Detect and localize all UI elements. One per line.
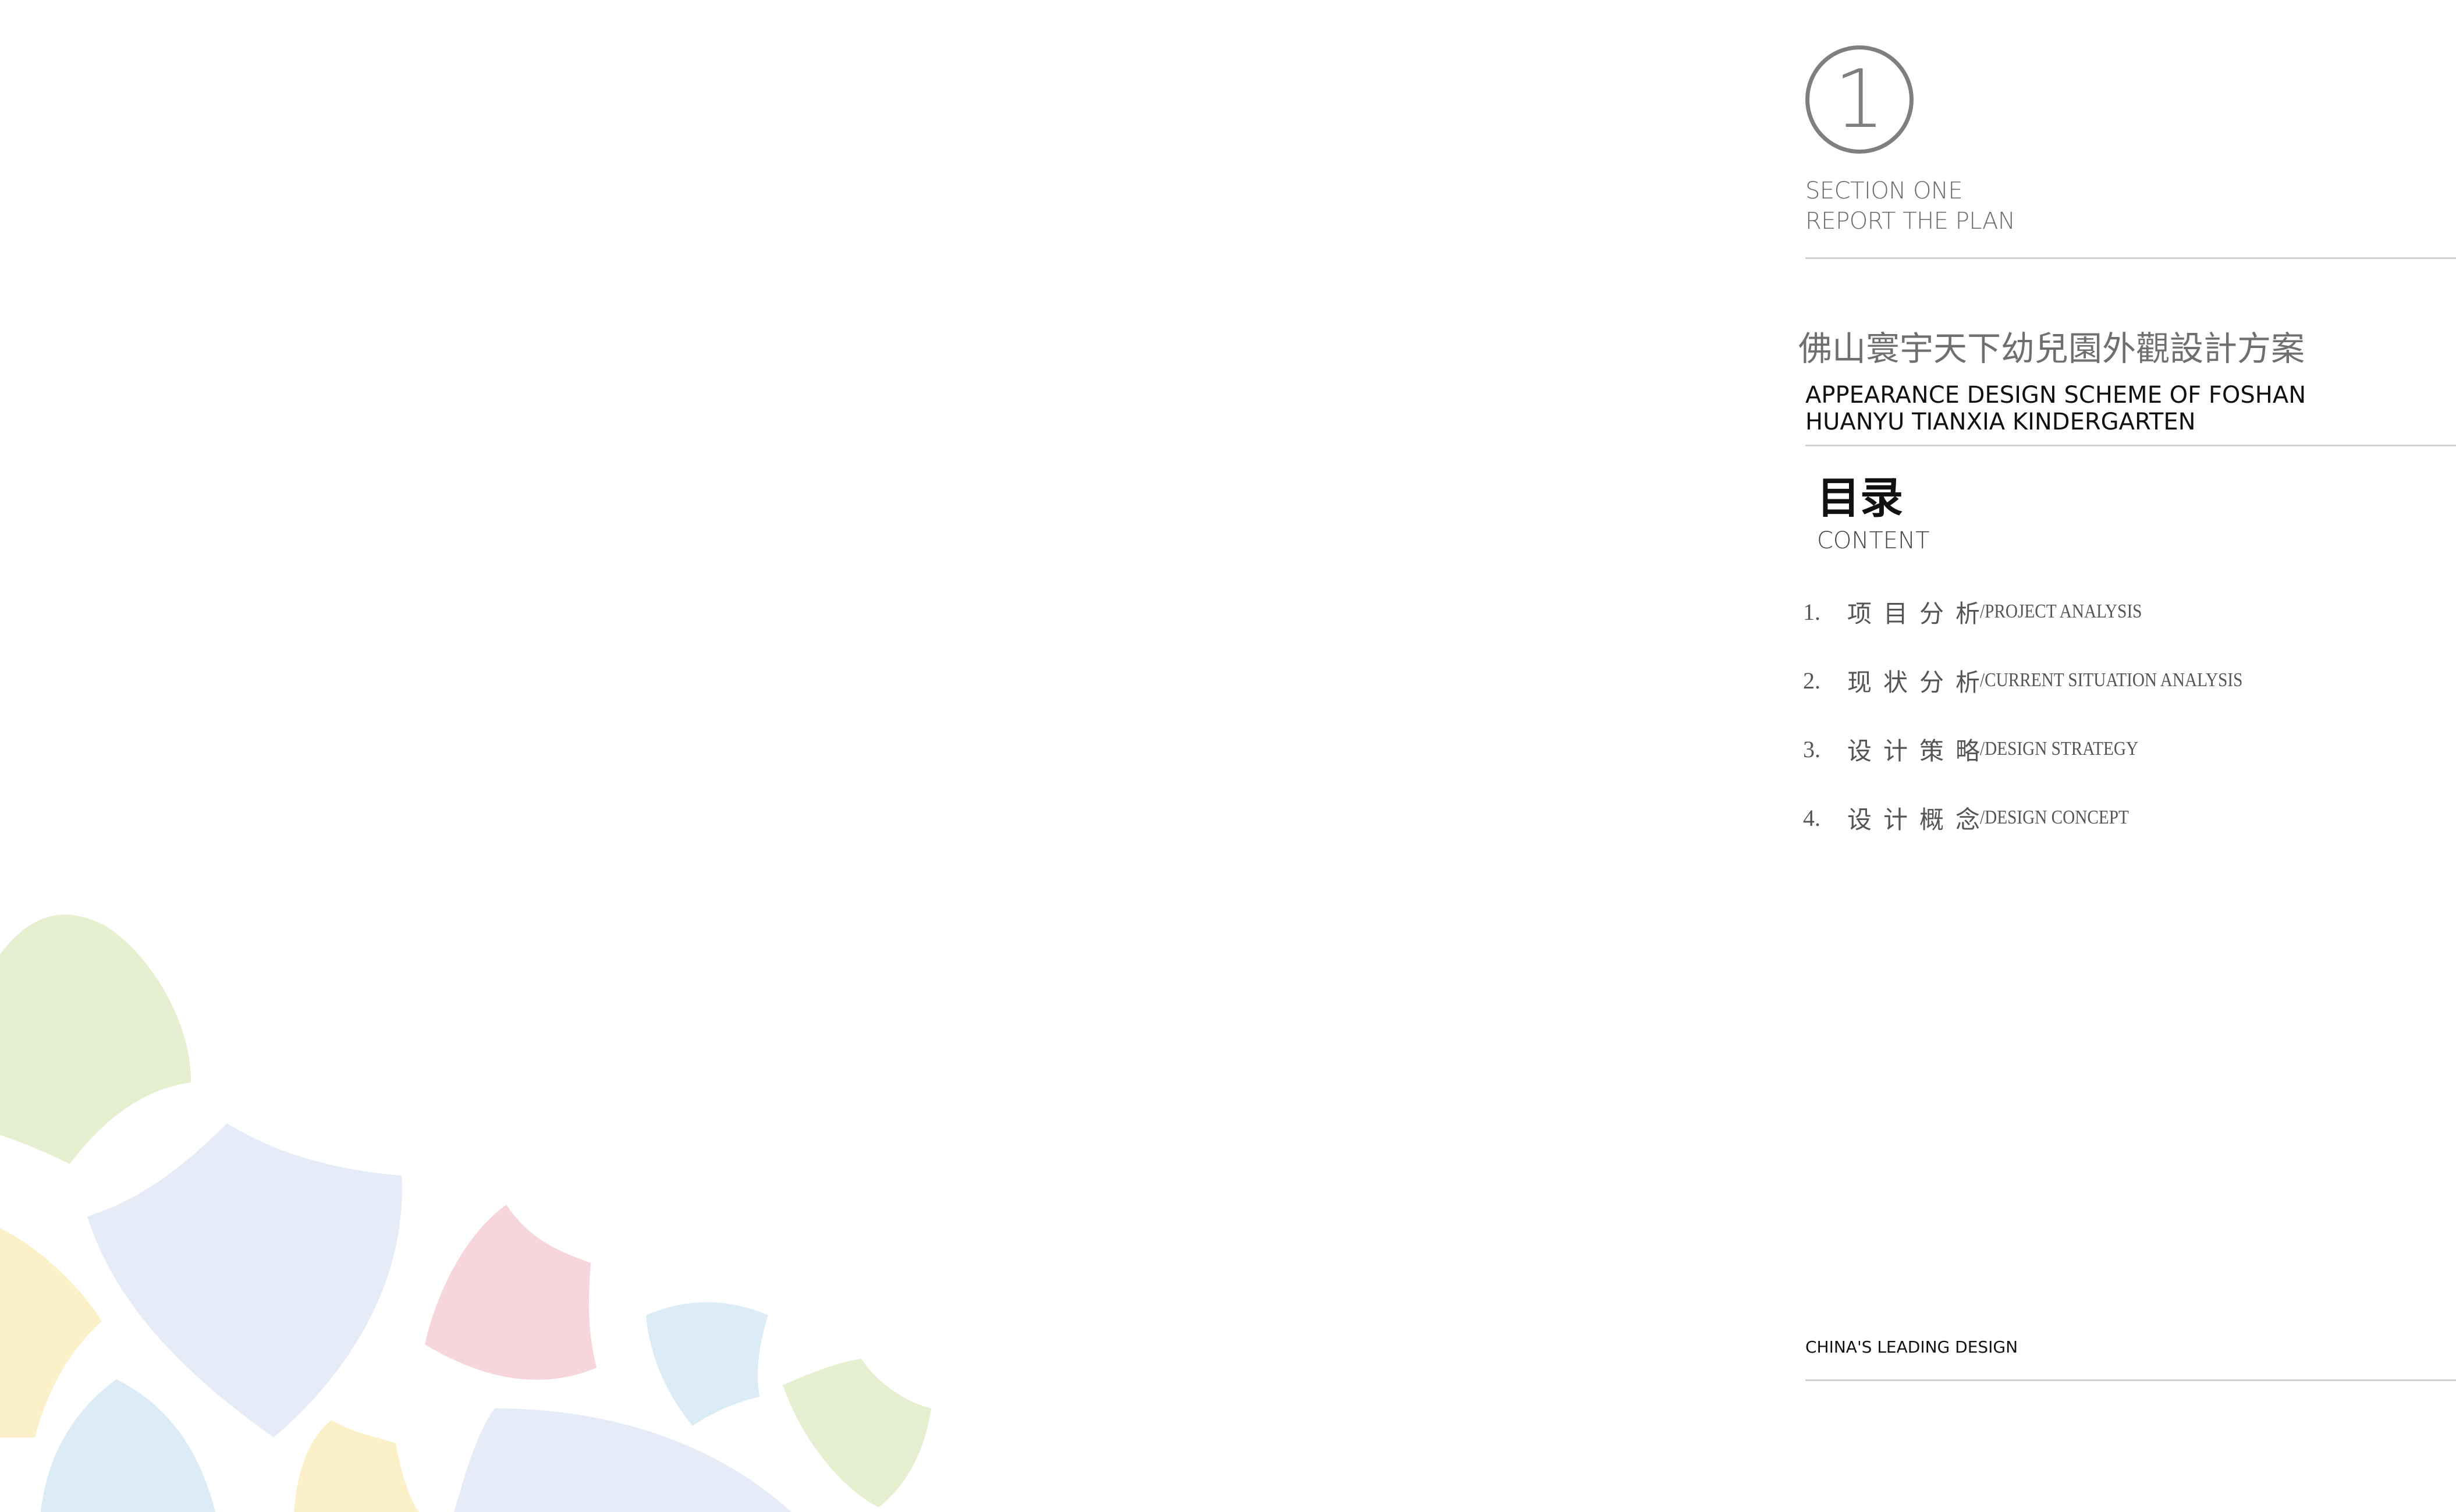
toc-item-number: 1. — [1803, 598, 1820, 625]
toc-item-title-cn: 设计概念 — [1847, 805, 1992, 834]
toc-item-number: 4. — [1803, 804, 1820, 831]
toc-item-title-en: /DESIGN STRATEGY — [1980, 738, 2139, 759]
toc-item-design-strategy[interactable]: 3. 设计策略 /DESIGN STRATEGY — [1803, 715, 2285, 783]
petal-pink — [425, 1205, 597, 1380]
petal-green-left — [0, 914, 191, 1164]
project-title-en: APPEARANCE DESIGN SCHEME OF FOSHAN HUANY… — [1805, 382, 2306, 435]
petal-sky-small — [646, 1302, 768, 1426]
toc-heading: 目录 — [1817, 473, 1903, 523]
section-number-badge: 1 — [1805, 45, 1914, 154]
toc-list: 1. 项目分析 /PROJECT ANALYSIS 2. 现状分析 /CURRE… — [1803, 577, 2285, 852]
petal-blue-bottom — [454, 1408, 792, 1512]
toc-item-project-analysis[interactable]: 1. 项目分析 /PROJECT ANALYSIS — [1803, 577, 2285, 646]
project-title-en-line2: HUANYU TIANXIA KINDERGARTEN — [1805, 409, 2196, 435]
toc-item-title-cn: 项目分析 — [1847, 599, 1992, 628]
project-title-cn: 佛山寰宇天下幼兒園外觀設計方案 — [1798, 329, 2305, 368]
petal-yellow-left — [0, 1228, 102, 1438]
section-label-line1: SECTION ONE — [1805, 178, 1963, 204]
toc-item-title-cn: 现状分析 — [1847, 668, 1992, 697]
toc-item-design-concept[interactable]: 4. 设计概念 /DESIGN CONCEPT — [1803, 783, 2285, 852]
toc-item-number: 3. — [1803, 736, 1820, 762]
divider-top — [1805, 257, 2456, 259]
divider-middle — [1805, 445, 2456, 446]
toc-item-title-en: /DESIGN CONCEPT — [1980, 807, 2129, 828]
section-label-line2: REPORT THE PLAN — [1805, 208, 2015, 235]
petal-sky-bottom — [41, 1379, 215, 1512]
divider-bottom — [1805, 1379, 2456, 1381]
petal-yellow-bottom — [294, 1420, 419, 1512]
cover-panel: 1 SECTION ONE REPORT THE PLAN 佛山寰宇天下幼兒園外… — [1798, 0, 2456, 1512]
toc-item-title-cn: 设计策略 — [1847, 736, 1992, 765]
toc-item-current-situation[interactable]: 2. 现状分析 /CURRENT SITUATION ANALYSIS — [1803, 646, 2285, 715]
footer-tagline: CHINA'S LEADING DESIGN — [1805, 1337, 2018, 1357]
toc-item-title-en: /CURRENT SITUATION ANALYSIS — [1980, 669, 2243, 691]
toc-item-title-en: /PROJECT ANALYSIS — [1980, 601, 2142, 622]
project-title-en-line1: APPEARANCE DESIGN SCHEME OF FOSHAN — [1805, 382, 2306, 409]
section-label: SECTION ONE REPORT THE PLAN — [1805, 176, 2015, 236]
petal-green-right — [783, 1359, 931, 1507]
toc-item-number: 2. — [1803, 667, 1820, 694]
toc-subheading: CONTENT — [1817, 527, 1930, 554]
